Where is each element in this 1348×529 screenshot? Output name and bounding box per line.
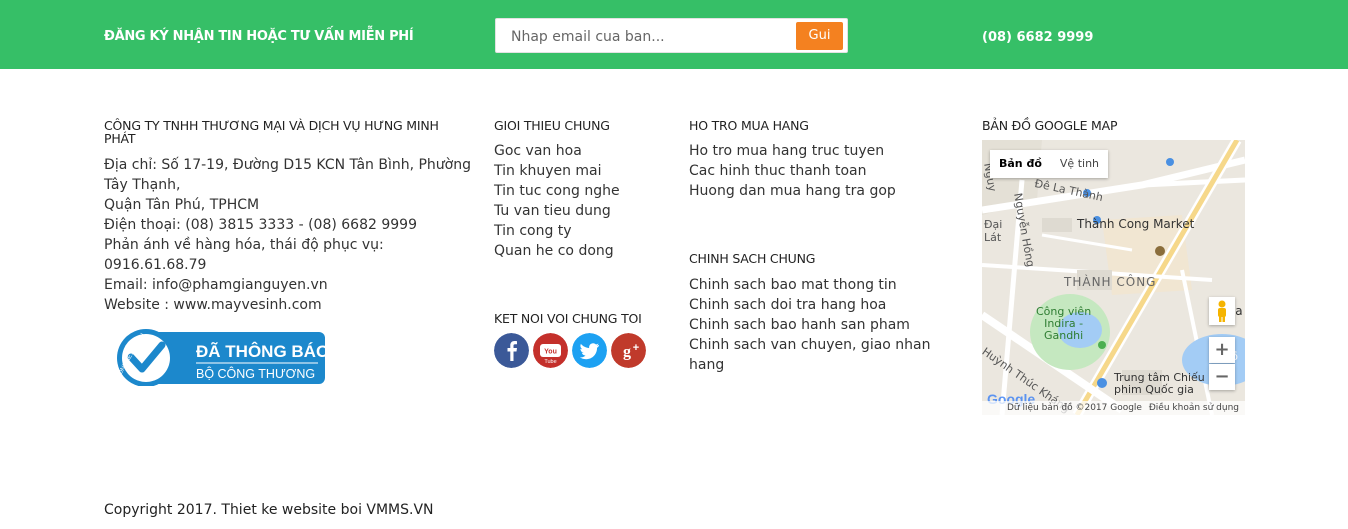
newsletter-title: ĐĂNG KÝ NHẬN TIN HOẶC TƯ VẤN MIỄN PHÍ (104, 29, 414, 44)
intro-heading: GIOI THIEU CHUNG (494, 118, 610, 133)
google-plus-icon[interactable]: g + (611, 333, 646, 368)
zoom-in-button[interactable]: + (1209, 337, 1235, 363)
twitter-icon[interactable] (572, 333, 607, 368)
policy-heading: CHINH SACH CHUNG (689, 251, 816, 266)
intro-link-tu-van-tieu-dung[interactable]: Tu van tieu dung (494, 201, 611, 221)
company-address-1: Địa chỉ: Số 17-19, Đường D15 KCN Tân Bìn… (104, 157, 472, 173)
google-map[interactable]: Đê La Thành Thành Cong Market THÀNH CÔNG… (982, 140, 1245, 415)
policy-link-privacy[interactable]: Chinh sach bao mat thong tin (689, 275, 897, 295)
email-input[interactable]: Nhap email cua ban... (511, 29, 665, 45)
intro-link-tin-tuc-cong-nghe[interactable]: Tin tuc cong nghe (494, 181, 620, 201)
svg-text:Tube: Tube (544, 359, 556, 365)
map-label-dai-lat: Đại Lát (984, 218, 1003, 244)
map-tab-satellite[interactable]: Vệ tinh (1051, 150, 1108, 178)
ministry-registration-badge[interactable]: ONLINE.GOV.VN ĐÃ THÔNG BÁO BỘ CÔNG THƯƠN… (113, 328, 325, 386)
feedback-phone: 0916.61.68.79 (104, 257, 207, 273)
company-address-2: Tây Thạnh, (104, 177, 181, 193)
company-name: CÔNG TY TNHH THƯƠNG MẠI VÀ DỊCH VỤ HƯNG … (104, 118, 439, 146)
company-email: Email: info@phamgianguyen.vn (104, 277, 328, 293)
map-label-thanh-cong-market: Thành Cong Market (1077, 217, 1195, 231)
map-label-cinema: Trung tâm Chiếu phim Quốc gia (1114, 371, 1205, 396)
company-website: Website : www.mayvesinh.com (104, 297, 322, 313)
map-heading: BẢN ĐỒ GOOGLE MAP (982, 118, 1118, 133)
youtube-icon[interactable]: You Tube (533, 333, 568, 368)
map-attribution-bar: Dữ liệu bản đồ ©2017 Google Điều khoản s… (982, 401, 1245, 415)
support-link-installment[interactable]: Huong dan mua hang tra gop (689, 181, 896, 201)
map-type-tabs: Bản đồ Vệ tinh (990, 150, 1109, 178)
policy-link-returns[interactable]: Chinh sach doi tra hang hoa (689, 295, 886, 315)
policy-link-shipping[interactable]: Chinh sach van chuyen, giao nhan hang (689, 335, 939, 375)
zoom-out-button[interactable]: − (1209, 364, 1235, 390)
facebook-icon[interactable] (494, 333, 529, 368)
feedback-label: Phản ánh về hàng hóa, thái độ phục vụ: (104, 237, 384, 253)
support-link-online[interactable]: Ho tro mua hang truc tuyen (689, 141, 884, 161)
map-attribution: Dữ liệu bản đồ ©2017 Google (1007, 403, 1142, 413)
company-address-3: Quận Tân Phú, TPHCM (104, 197, 260, 213)
intro-link-tin-cong-ty[interactable]: Tin cong ty (494, 221, 572, 241)
intro-link-tin-khuyen-mai[interactable]: Tin khuyen mai (494, 161, 602, 181)
badge-line-1: ĐÃ THÔNG BÁO (196, 341, 325, 361)
intro-link-quan-he-co-dong[interactable]: Quan he co dong (494, 241, 614, 261)
policy-link-warranty[interactable]: Chinh sach bao hanh san pham (689, 315, 910, 335)
company-phone: Điện thoại: (08) 3815 3333 - (08) 6682 9… (104, 217, 417, 233)
svg-text:+: + (633, 342, 639, 354)
badge-line-2: BỘ CÔNG THƯƠNG (196, 366, 315, 381)
hotline: (08) 6682 9999 (982, 30, 1094, 45)
copyright-text: Copyright 2017. Thiet ke website boi VMM… (104, 502, 434, 518)
connect-heading: KET NOI VOI CHUNG TOI (494, 311, 642, 326)
map-terms-link[interactable]: Điều khoản sử dụng (1149, 401, 1239, 415)
support-heading: HO TRO MUA HANG (689, 118, 809, 133)
support-link-payment[interactable]: Cac hinh thuc thanh toan (689, 161, 867, 181)
map-label-park: Công viên Indira - Gandhi (1036, 305, 1092, 342)
map-tab-map[interactable]: Bản đồ (990, 150, 1051, 178)
intro-link-goc-van-hoa[interactable]: Goc van hoa (494, 141, 582, 161)
map-label-thanh-cong: THÀNH CÔNG (1064, 275, 1157, 289)
svg-text:g: g (623, 344, 631, 361)
newsletter-bar: ĐĂNG KÝ NHẬN TIN HOẶC TƯ VẤN MIỄN PHÍ Nh… (0, 0, 1348, 69)
email-subscribe-form: Nhap email cua ban... Gui (495, 18, 848, 53)
svg-text:You: You (544, 349, 557, 356)
submit-button[interactable]: Gui (796, 22, 843, 50)
street-view-pegman-icon[interactable] (1209, 297, 1235, 325)
